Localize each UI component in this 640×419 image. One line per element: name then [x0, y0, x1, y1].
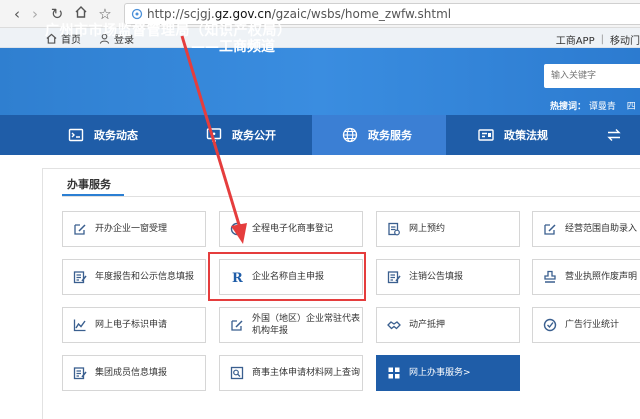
hot-word[interactable]: 谭曼青	[589, 102, 616, 112]
service-item[interactable]: 营业执照作废声明	[532, 259, 640, 295]
service-label: 集团成员信息填报	[95, 368, 168, 378]
divider: |	[600, 34, 604, 45]
service-label: 经营范围自助录入	[565, 224, 638, 234]
tab-services[interactable]: 政务服务	[312, 115, 446, 155]
service-label: 网上预约	[409, 224, 446, 234]
mobile-link[interactable]: 移动门	[610, 32, 640, 47]
tab-label: 政策法规	[504, 129, 548, 142]
hot-word[interactable]: 四	[627, 102, 636, 112]
document-icon	[388, 222, 400, 236]
edit-icon	[74, 224, 86, 235]
id-card-icon	[478, 129, 494, 141]
service-label: 商事主体申请材料网上查询	[252, 368, 361, 378]
service-label: 营业执照作废声明	[565, 272, 638, 282]
service-item[interactable]: 网上预约	[376, 211, 520, 247]
service-item[interactable]: 开办企业一窗受理	[62, 211, 206, 247]
service-item[interactable]: 广告行业统计	[532, 307, 640, 343]
tab-label: 政务服务	[368, 129, 412, 142]
service-item[interactable]: 年度报告和公示信息填报	[62, 259, 206, 295]
service-label: 网上电子标识申请	[95, 320, 168, 330]
tab-disclosure[interactable]: 政务公开	[206, 115, 276, 155]
service-label: 年度报告和公示信息填报	[95, 272, 195, 282]
main-nav: 政务动态 政务公开 政务服务 政策法规	[0, 115, 640, 155]
hot-search-label: 热搜词：	[550, 102, 587, 112]
service-label: 注销公告填报	[409, 272, 464, 282]
section-divider	[62, 196, 640, 197]
swap-arrows-icon[interactable]	[606, 115, 622, 155]
service-item[interactable]: 集团成员信息填报	[62, 355, 206, 391]
service-label: 全程电子化商事登记	[252, 224, 334, 234]
badge-icon	[230, 222, 244, 236]
service-label: 开办企业一窗受理	[95, 224, 168, 234]
service-item[interactable]: 注销公告填报	[376, 259, 520, 295]
list-edit-icon	[387, 271, 401, 284]
back-icon[interactable]: ‹	[8, 5, 26, 23]
chart-icon	[73, 319, 86, 332]
edit-icon	[231, 320, 243, 331]
tab-label: 政务动态	[94, 129, 138, 142]
news-icon	[68, 128, 84, 142]
service-label: 网上办事服务>	[409, 368, 471, 378]
site-subtitle: ——工商频道	[191, 39, 275, 55]
service-item[interactable]: 商事主体申请材料网上查询	[219, 355, 363, 391]
service-item[interactable]: 动产抵押	[376, 307, 520, 343]
page-icon	[131, 8, 143, 20]
app-link[interactable]: 工商APP	[556, 32, 595, 47]
search-doc-icon	[230, 366, 244, 380]
tab-label: 政务公开	[232, 129, 276, 142]
url-text: http://scjgj.gz.gov.cn/gzaic/wsbs/home_z…	[147, 7, 452, 21]
search-input[interactable]	[544, 64, 640, 88]
section-title: 办事服务	[67, 178, 111, 191]
monitor-icon	[206, 128, 222, 142]
service-item[interactable]: 经营范围自助录入	[532, 211, 640, 247]
globe-icon	[342, 127, 358, 143]
tab-policy[interactable]: 政策法规	[478, 115, 548, 155]
grid-icon	[388, 367, 400, 379]
service-item[interactable]: 外国（地区）企业常驻代表机构年报	[219, 307, 363, 343]
hot-search: 热搜词： 谭曼青 四	[550, 99, 636, 112]
online-services-button[interactable]: 网上办事服务>	[376, 355, 520, 391]
list-edit-icon	[73, 271, 87, 284]
service-label: 外国（地区）企业常驻代表机构年报	[252, 314, 361, 336]
edit-icon	[544, 224, 556, 235]
list-edit-icon	[73, 367, 87, 380]
highlight-annotation	[208, 252, 366, 301]
badge-icon	[543, 318, 557, 332]
handshake-icon	[387, 321, 401, 330]
seal-icon	[544, 270, 556, 283]
service-label: 广告行业统计	[565, 320, 620, 330]
section-underline	[62, 194, 124, 196]
service-label: 动产抵押	[409, 320, 446, 330]
service-item[interactable]: 全程电子化商事登记	[219, 211, 363, 247]
tab-news[interactable]: 政务动态	[68, 115, 138, 155]
forward-icon[interactable]: ›	[26, 5, 44, 23]
service-item[interactable]: 网上电子标识申请	[62, 307, 206, 343]
